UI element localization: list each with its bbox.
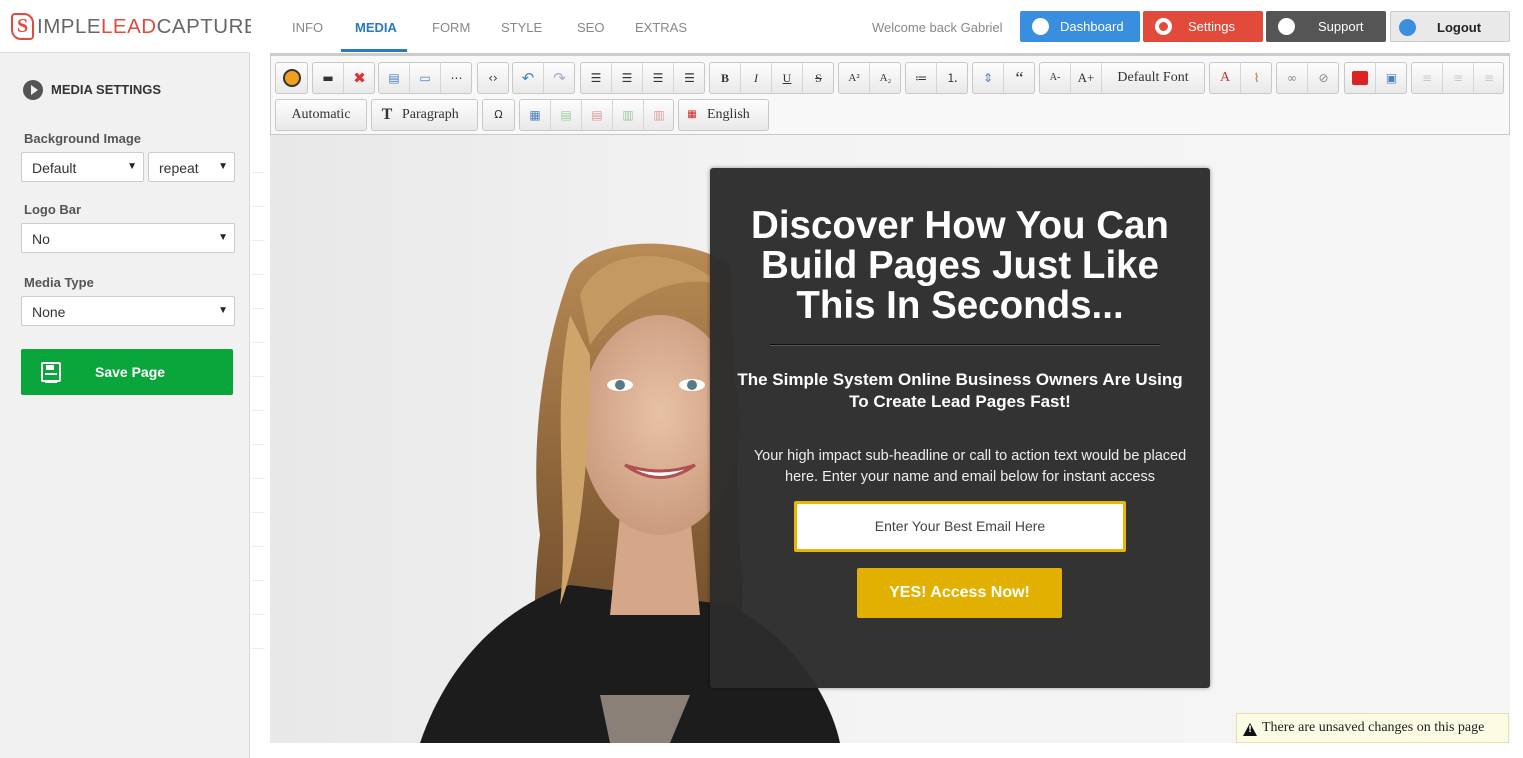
logo-bar-label: Logo Bar	[24, 202, 82, 217]
warning-icon	[1243, 723, 1257, 736]
unlink-icon[interactable]: ⊘	[1308, 63, 1339, 93]
row-add-icon[interactable]: ▤	[551, 100, 582, 130]
subscript-button[interactable]: A₂	[870, 63, 901, 93]
block-format-select[interactable]: Paragraph	[402, 100, 477, 130]
bullet-list-icon[interactable]: ≔	[906, 63, 937, 93]
active-tab-indicator	[341, 49, 407, 52]
play-circle-icon	[23, 80, 43, 100]
save-page-button[interactable]: Save Page	[21, 349, 233, 395]
media-type-select[interactable]: None ▼	[21, 296, 235, 326]
tab-style[interactable]: STYLE	[501, 20, 542, 35]
insert-before-icon[interactable]: ▤	[379, 63, 410, 93]
save-icon[interactable]: ▬	[313, 63, 344, 93]
subheadline[interactable]: The Simple System Online Business Owners…	[730, 369, 1190, 413]
divider	[770, 344, 1160, 346]
italic-button[interactable]: I	[741, 63, 772, 93]
font-family-select[interactable]: Default Font	[1102, 63, 1204, 93]
font-larger-button[interactable]: A+	[1071, 63, 1102, 93]
insert-after-icon[interactable]: ▭	[410, 63, 441, 93]
editor-logo-icon[interactable]	[276, 63, 307, 93]
tab-media[interactable]: MEDIA	[355, 20, 397, 35]
page-preview[interactable]: Discover How You Can Build Pages Just Li…	[270, 135, 1510, 743]
underline-button[interactable]: U	[772, 63, 803, 93]
sidebar: S IMPLELEADCAPTURE MEDIA SETTINGS Backgr…	[0, 0, 258, 758]
background-image-label: Background Image	[24, 131, 142, 146]
bold-button[interactable]: B	[710, 63, 741, 93]
headline[interactable]: Discover How You Can Build Pages Just Li…	[730, 206, 1190, 326]
remove-format-icon[interactable]: A	[1210, 63, 1241, 93]
paragraph-center-icon[interactable]: ≡	[1443, 63, 1474, 93]
align-center-icon[interactable]: ☰	[612, 63, 643, 93]
row-delete-icon[interactable]: ▤	[582, 100, 613, 130]
font-smaller-button[interactable]: A-	[1040, 63, 1071, 93]
broom-icon[interactable]: ⌇	[1241, 63, 1272, 93]
source-code-icon[interactable]: ‹›	[478, 63, 508, 93]
logo-bar-select[interactable]: No ▼	[21, 223, 235, 253]
dropdown-arrow-icon: ▼	[127, 161, 137, 172]
redo-icon[interactable]: ↷	[544, 63, 575, 93]
body-text[interactable]: Your high impact sub-headline or call to…	[750, 446, 1190, 488]
strikethrough-button[interactable]: S	[803, 63, 834, 93]
support-button[interactable]: Support	[1266, 11, 1386, 42]
superscript-button[interactable]: A²	[839, 63, 870, 93]
page-break-icon[interactable]: ⋯	[441, 63, 472, 93]
tab-form[interactable]: FORM	[432, 20, 470, 35]
undo-icon[interactable]: ↶	[513, 63, 544, 93]
blockquote-button[interactable]: “	[1004, 63, 1035, 93]
chat-bubble-icon	[1278, 18, 1295, 35]
link-icon[interactable]: ∞	[1277, 63, 1308, 93]
media-type-label: Media Type	[24, 275, 94, 290]
align-right-icon[interactable]: ☰	[674, 63, 705, 93]
editor-toolbar: ▬ ✖ ▤ ▭ ⋯ ‹› ↶ ↷ ☰ ☰ ☰ ☰ B I U S A² A₂ ≔…	[270, 53, 1510, 135]
dropdown-arrow-icon: ▼	[218, 161, 228, 172]
special-char-button[interactable]: Ω	[483, 100, 514, 130]
numbered-list-icon[interactable]: ⒈	[937, 63, 968, 93]
optin-box: Discover How You Can Build Pages Just Li…	[710, 168, 1210, 688]
lifebuoy-icon	[1155, 18, 1172, 35]
text-format-icon: T	[381, 106, 393, 123]
dashboard-button[interactable]: Dashboard	[1020, 11, 1140, 42]
align-justify-icon[interactable]: ☰	[643, 63, 674, 93]
column-add-icon[interactable]: ▥	[613, 100, 644, 130]
tab-extras[interactable]: EXTRAS	[635, 20, 687, 35]
app-logo[interactable]: S IMPLELEADCAPTURE	[0, 0, 258, 53]
logout-button[interactable]: Logout	[1390, 11, 1510, 42]
format-automatic-select[interactable]: Automatic	[276, 100, 366, 130]
arrow-circle-icon	[1399, 19, 1416, 36]
logo-text: IMPLELEADCAPTURE	[37, 15, 259, 38]
logo-s-icon: S	[11, 13, 34, 40]
floppy-disk-icon	[41, 362, 61, 383]
dropdown-arrow-icon: ▼	[218, 305, 228, 316]
language-select[interactable]: English	[707, 100, 767, 130]
background-image-select[interactable]: Default ▼	[21, 152, 144, 182]
home-icon	[1032, 18, 1049, 35]
close-icon[interactable]: ✖	[344, 63, 375, 93]
table-icon[interactable]: ▦	[520, 100, 551, 130]
paragraph-right-icon[interactable]: ≡	[1474, 63, 1504, 93]
align-left-icon[interactable]: ☰	[581, 63, 612, 93]
dropdown-arrow-icon: ▼	[218, 232, 228, 243]
image-icon[interactable]: ▣	[1376, 63, 1407, 93]
video-icon[interactable]	[1345, 63, 1376, 93]
column-delete-icon[interactable]: ▥	[644, 100, 674, 130]
background-repeat-select[interactable]: repeat ▼	[148, 152, 235, 182]
email-input[interactable]: Enter Your Best Email Here	[794, 501, 1126, 552]
welcome-text: Welcome back Gabriel	[872, 20, 1003, 35]
tab-info[interactable]: INFO	[292, 20, 323, 35]
unsaved-changes-notice: There are unsaved changes on this page	[1236, 713, 1509, 743]
access-now-button[interactable]: YES! Access Now!	[857, 568, 1062, 618]
line-height-icon[interactable]: ⇕	[973, 63, 1004, 93]
uk-flag-icon: ▦	[687, 109, 697, 120]
settings-button[interactable]: Settings	[1143, 11, 1263, 42]
paragraph-left-icon[interactable]: ≡	[1412, 63, 1443, 93]
tab-seo[interactable]: SEO	[577, 20, 604, 35]
